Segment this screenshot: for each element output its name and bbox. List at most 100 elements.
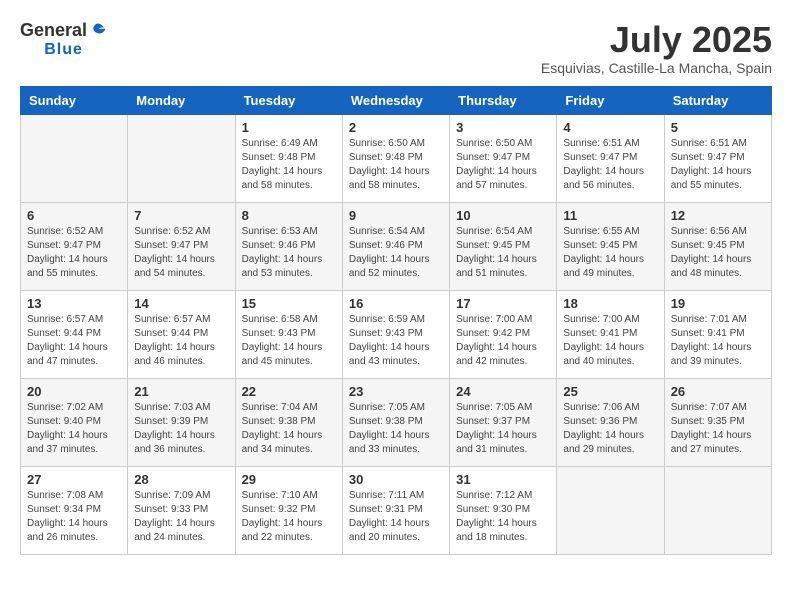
day-detail: Sunrise: 6:50 AM Sunset: 9:48 PM Dayligh… [349, 137, 443, 193]
day-number: 1 [242, 120, 336, 135]
day-detail: Sunrise: 7:05 AM Sunset: 9:38 PM Dayligh… [349, 401, 443, 457]
table-row: 21Sunrise: 7:03 AM Sunset: 9:39 PM Dayli… [128, 378, 235, 466]
table-row: 19 Sunrise: 7:01 AM Sunset: 9:41 PM Dayli… [664, 290, 771, 378]
table-row: 6 Sunrise: 6:52 AM Sunset: 9:47 PM Daylig… [21, 202, 128, 290]
day-detail: Sunrise: 6:53 AM Sunset: 9:46 PM Dayligh… [242, 225, 336, 281]
day-number: 23 [349, 384, 443, 399]
day-number: 26 [671, 384, 765, 399]
table-row: 28 Sunrise: 7:09 AM Sunset: 9:33 PM Dayli… [128, 466, 235, 554]
day-detail: Sunrise: 7:08 AM Sunset: 9:34 PM Dayligh… [27, 489, 121, 545]
table-row: 13 Sunrise: 6:57 AM Sunset: 9:44 PM Dayli… [21, 290, 128, 378]
header-sunday: Sunday [21, 86, 128, 114]
table-row [21, 114, 128, 202]
header-wednesday: Wednesday [342, 86, 449, 114]
header-saturday: Saturday [664, 86, 771, 114]
header-thursday: Thursday [450, 86, 557, 114]
header: General Blue July 2025 Esquivias, Castil… [20, 20, 772, 76]
header-friday: Friday [557, 86, 664, 114]
day-number: 11 [563, 208, 657, 223]
day-detail: Sunrise: 6:51 AM Sunset: 9:47 PM Dayligh… [563, 137, 657, 193]
table-row: 27 Sunrise: 7:08 AM Sunset: 9:34 PM Dayli… [21, 466, 128, 554]
title-area: July 2025 Esquivias, Castille-La Mancha,… [541, 20, 772, 76]
table-row: 16Sunrise: 6:59 AM Sunset: 9:43 PM Dayli… [342, 290, 449, 378]
table-row: 9 Sunrise: 6:54 AM Sunset: 9:46 PM Daylig… [342, 202, 449, 290]
day-number: 27 [27, 472, 121, 487]
table-row: 2 Sunrise: 6:50 AM Sunset: 9:48 PM Daylig… [342, 114, 449, 202]
day-detail: Sunrise: 7:01 AM Sunset: 9:41 PM Dayligh… [671, 313, 765, 369]
day-number: 4 [563, 120, 657, 135]
day-detail: Sunrise: 7:05 AM Sunset: 9:37 PM Dayligh… [456, 401, 550, 457]
table-row: 25Sunrise: 7:06 AM Sunset: 9:36 PM Dayli… [557, 378, 664, 466]
table-row: 7 Sunrise: 6:52 AM Sunset: 9:47 PM Daylig… [128, 202, 235, 290]
day-detail: Sunrise: 6:57 AM Sunset: 9:44 PM Dayligh… [134, 313, 228, 369]
table-row: 8 Sunrise: 6:53 AM Sunset: 9:46 PM Daylig… [235, 202, 342, 290]
table-row: 23 Sunrise: 7:05 AM Sunset: 9:38 PM Dayli… [342, 378, 449, 466]
day-number: 31 [456, 472, 550, 487]
table-row: 3 Sunrise: 6:50 AM Sunset: 9:47 PM Daylig… [450, 114, 557, 202]
calendar-header-row: Sunday Monday Tuesday Wednesday Thursday… [21, 86, 772, 114]
day-number: 5 [671, 120, 765, 135]
day-number: 2 [349, 120, 443, 135]
day-number: 14 [134, 296, 228, 311]
table-row [557, 466, 664, 554]
day-number: 16 [349, 296, 443, 311]
day-detail: Sunrise: 6:55 AM Sunset: 9:45 PM Dayligh… [563, 225, 657, 281]
day-detail: Sunrise: 6:52 AM Sunset: 9:47 PM Dayligh… [27, 225, 121, 281]
week-row-3: 13 Sunrise: 6:57 AM Sunset: 9:44 PM Dayli… [21, 290, 772, 378]
day-number: 22 [242, 384, 336, 399]
header-monday: Monday [128, 86, 235, 114]
day-number: 8 [242, 208, 336, 223]
month-title: July 2025 [541, 20, 772, 60]
day-number: 12 [671, 208, 765, 223]
week-row-4: 20Sunrise: 7:02 AM Sunset: 9:40 PM Dayli… [21, 378, 772, 466]
table-row: 31 Sunrise: 7:12 AM Sunset: 9:30 PM Dayli… [450, 466, 557, 554]
header-tuesday: Tuesday [235, 86, 342, 114]
location-title: Esquivias, Castille-La Mancha, Spain [541, 60, 772, 76]
table-row: 26 Sunrise: 7:07 AM Sunset: 9:35 PM Dayli… [664, 378, 771, 466]
table-row: 5Sunrise: 6:51 AM Sunset: 9:47 PM Daylig… [664, 114, 771, 202]
day-detail: Sunrise: 6:54 AM Sunset: 9:46 PM Dayligh… [349, 225, 443, 281]
week-row-1: 1Sunrise: 6:49 AM Sunset: 9:48 PM Daylig… [21, 114, 772, 202]
logo-blue: Blue [44, 41, 83, 59]
day-detail: Sunrise: 6:58 AM Sunset: 9:43 PM Dayligh… [242, 313, 336, 369]
calendar: Sunday Monday Tuesday Wednesday Thursday… [20, 86, 772, 555]
day-detail: Sunrise: 7:00 AM Sunset: 9:42 PM Dayligh… [456, 313, 550, 369]
day-number: 30 [349, 472, 443, 487]
day-number: 13 [27, 296, 121, 311]
table-row [664, 466, 771, 554]
day-number: 21 [134, 384, 228, 399]
week-row-2: 6 Sunrise: 6:52 AM Sunset: 9:47 PM Daylig… [21, 202, 772, 290]
day-number: 20 [27, 384, 121, 399]
day-detail: Sunrise: 6:57 AM Sunset: 9:44 PM Dayligh… [27, 313, 121, 369]
day-number: 28 [134, 472, 228, 487]
day-number: 18 [563, 296, 657, 311]
day-detail: Sunrise: 7:12 AM Sunset: 9:30 PM Dayligh… [456, 489, 550, 545]
day-detail: Sunrise: 7:11 AM Sunset: 9:31 PM Dayligh… [349, 489, 443, 545]
day-detail: Sunrise: 7:09 AM Sunset: 9:33 PM Dayligh… [134, 489, 228, 545]
day-number: 9 [349, 208, 443, 223]
table-row: 4 Sunrise: 6:51 AM Sunset: 9:47 PM Daylig… [557, 114, 664, 202]
day-number: 7 [134, 208, 228, 223]
table-row [128, 114, 235, 202]
table-row: 30 Sunrise: 7:11 AM Sunset: 9:31 PM Dayli… [342, 466, 449, 554]
table-row: 29Sunrise: 7:10 AM Sunset: 9:32 PM Dayli… [235, 466, 342, 554]
day-number: 6 [27, 208, 121, 223]
day-number: 3 [456, 120, 550, 135]
table-row: 14 Sunrise: 6:57 AM Sunset: 9:44 PM Dayli… [128, 290, 235, 378]
logo: General Blue [20, 20, 107, 59]
day-detail: Sunrise: 6:52 AM Sunset: 9:47 PM Dayligh… [134, 225, 228, 281]
day-detail: Sunrise: 6:50 AM Sunset: 9:47 PM Dayligh… [456, 137, 550, 193]
table-row: 12 Sunrise: 6:56 AM Sunset: 9:45 PM Dayli… [664, 202, 771, 290]
table-row: 1Sunrise: 6:49 AM Sunset: 9:48 PM Daylig… [235, 114, 342, 202]
logo-general: General [20, 20, 87, 41]
day-number: 10 [456, 208, 550, 223]
table-row: 20Sunrise: 7:02 AM Sunset: 9:40 PM Dayli… [21, 378, 128, 466]
day-detail: Sunrise: 7:07 AM Sunset: 9:35 PM Dayligh… [671, 401, 765, 457]
table-row: 24Sunrise: 7:05 AM Sunset: 9:37 PM Dayli… [450, 378, 557, 466]
day-detail: Sunrise: 6:56 AM Sunset: 9:45 PM Dayligh… [671, 225, 765, 281]
day-number: 17 [456, 296, 550, 311]
day-detail: Sunrise: 7:04 AM Sunset: 9:38 PM Dayligh… [242, 401, 336, 457]
table-row: 22 Sunrise: 7:04 AM Sunset: 9:38 PM Dayli… [235, 378, 342, 466]
day-number: 19 [671, 296, 765, 311]
day-detail: Sunrise: 7:10 AM Sunset: 9:32 PM Dayligh… [242, 489, 336, 545]
